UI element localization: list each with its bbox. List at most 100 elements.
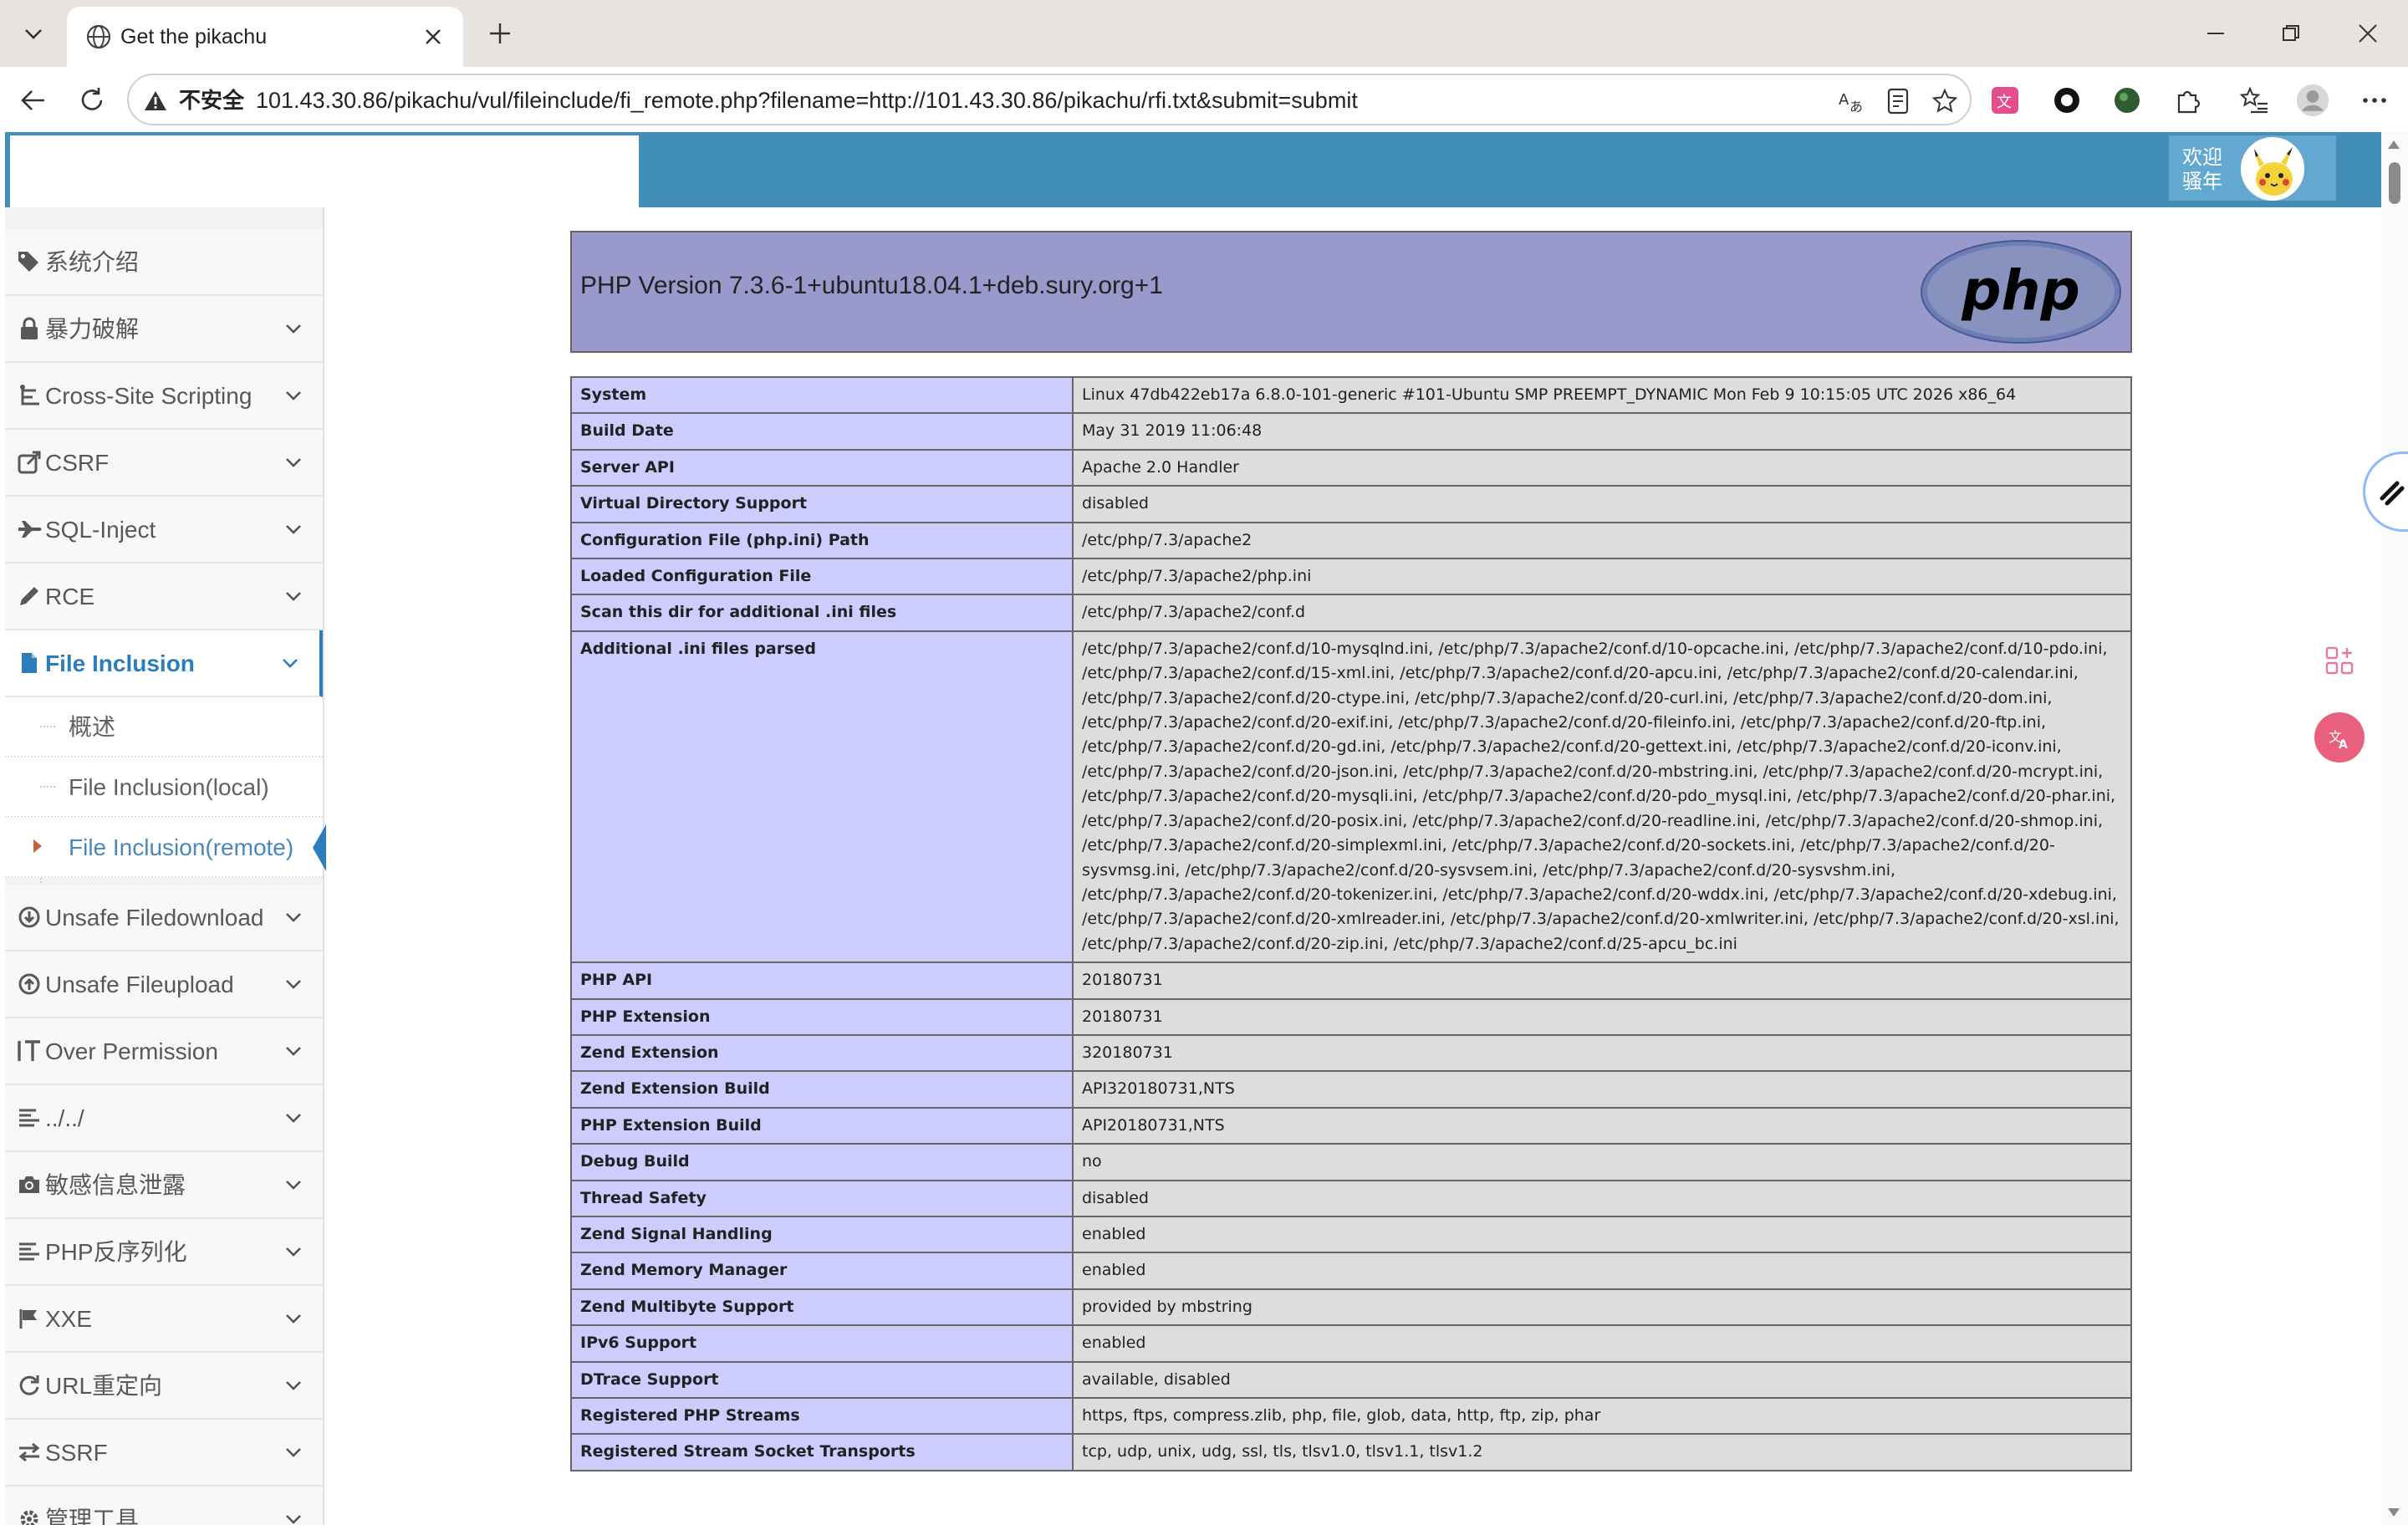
extension-translate-icon: 文 [1992,87,2018,114]
submenu-item-overview[interactable]: 概述 [5,697,323,757]
phpinfo-key: Zend Signal Handling [570,1215,1074,1254]
submenu-item-file-inclusion-local[interactable]: File Inclusion(local) [5,757,323,818]
sidebar-item-unsafe-filedownload[interactable]: Unsafe Filedownload [5,885,323,951]
sidebar-item-label: URL重定向 [45,1373,163,1399]
copilot-icon [2380,481,2405,506]
window-restore-button[interactable] [2274,17,2308,50]
phpinfo-value: enabled [1072,1215,2132,1254]
reload-button[interactable] [74,82,110,119]
sidebar-item-xss[interactable]: Cross-Site Scripting [5,363,323,430]
php-logo-text: php [1961,258,2079,323]
sidebar-item-admin-tools[interactable]: 管理工具 [5,1487,323,1525]
chevron-down-icon [286,1381,301,1390]
phpinfo-row: Debug Build no [570,1143,2132,1181]
extensions-button[interactable] [2171,84,2204,117]
sidebar-item-sql-inject[interactable]: SQL-Inject [5,497,323,564]
extension-green-button[interactable] [2110,84,2144,117]
green-orb-icon [2115,88,2140,113]
window-minimize-button[interactable] [2199,17,2232,50]
sidebar-item-xxe[interactable]: XXE [5,1286,323,1353]
lock-icon [17,316,42,341]
scroll-down-arrow-icon[interactable] [2388,1508,2400,1517]
php-logo-icon: php [1921,240,2121,344]
arrow-left-icon [21,90,44,110]
sidebar-item-unsafe-fileupload[interactable]: Unsafe Fileupload [5,951,323,1018]
sidebar-item-over-permission[interactable]: Over Permission [5,1018,323,1085]
phpinfo-key: DTrace Support [570,1360,1074,1400]
globe-icon [86,24,111,49]
submenu-item-file-inclusion-remote[interactable]: File Inclusion(remote) [5,818,326,878]
chevron-down-icon [286,458,301,467]
sidebar-item-url-redirect[interactable]: URL重定向 [5,1353,323,1420]
text-height-icon [17,1038,42,1063]
phpinfo-key: IPv6 Support [570,1324,1074,1363]
fighter-jet-icon [17,517,42,542]
cog-icon [17,1507,42,1525]
sidebar-item-ssrf[interactable]: SSRF [5,1420,323,1487]
extension-circle-button[interactable] [2050,84,2084,117]
tab-close-button[interactable] [418,22,448,52]
user-avatar[interactable] [2241,137,2304,201]
phpinfo-value: Linux 47db422eb17a 6.8.0-101-generic #10… [1072,375,2132,415]
phpinfo-row: PHP API 20180731 [570,961,2132,1000]
phpinfo-key: Virtual Directory Support [570,485,1074,523]
phpinfo-row: PHP Extension Build API20180731,NTS [570,1106,2132,1145]
reader-mode-button[interactable] [1885,88,1911,115]
new-tab-button[interactable] [483,17,517,50]
side-tool-translate-button[interactable]: 文A [2314,712,2365,762]
sidebar-item-label: 敏感信息泄露 [45,1172,186,1198]
sidebar-item-label: 管理工具 [45,1507,140,1525]
profile-button[interactable] [2296,84,2329,117]
sidebar-item-label: CSRF [45,450,110,476]
tab-actions-menu-button[interactable] [12,12,55,55]
browser-menu-button[interactable] [2358,84,2391,117]
sidebar-item-file-inclusion[interactable]: File Inclusion [5,630,323,697]
extension-translate-button[interactable]: 文 [1988,84,2022,117]
submenu-item-label: File Inclusion(local) [69,774,269,800]
phpinfo-key: PHP API [570,961,1074,1000]
sidebar-item-dir-traversal[interactable]: ../../ [5,1085,323,1152]
scrollbar-thumb[interactable] [2389,162,2400,204]
sidebar-nav: 系统介绍 暴力破解 Cross-Site Scripting CSRF SQL-… [5,207,326,1525]
apps-sparkle-icon [2325,646,2354,675]
page-scrollbar[interactable] [2381,132,2408,1525]
phpinfo-row: Thread Safety disabled [570,1179,2132,1217]
sidebar-item-php-unserialize[interactable]: PHP反序列化 [5,1219,323,1286]
translate-button[interactable]: Aあ [1838,88,1865,115]
browser-tab-strip: Get the pikachu [0,0,2408,67]
phpinfo-value: /etc/php/7.3/apache2/conf.d/10-mysqlnd.i… [1072,630,2132,964]
browser-tab-active[interactable]: Get the pikachu [67,7,463,67]
sidebar-item-label: Over Permission [45,1038,218,1064]
window-close-button[interactable] [2351,17,2385,50]
phpinfo-row: Virtual Directory Support disabled [570,485,2132,523]
chevron-down-icon [286,913,301,922]
favorite-button[interactable] [1931,88,1958,115]
user-welcome[interactable]: 欢迎 骚年 [2169,135,2336,201]
scroll-up-arrow-icon[interactable] [2388,140,2400,149]
favorites-button[interactable] [2237,84,2271,117]
main-content: PHP Version 7.3.6-1+ubuntu18.04.1+deb.su… [326,207,2381,1525]
close-icon [2359,24,2377,43]
url-text[interactable]: 101.43.30.86/pikachu/vul/fileinclude/fi_… [256,87,1358,114]
sidebar-item-brute-force[interactable]: 暴力破解 [5,296,323,363]
phpinfo-row: Configuration File (php.ini) Path/etc/ph… [570,521,2132,560]
address-bar[interactable]: 不安全 101.43.30.86/pikachu/vul/fileinclude… [127,74,1972,125]
chevron-down-icon [286,1448,301,1457]
chevron-down-icon [286,525,301,534]
chevron-down-icon [286,1515,301,1524]
sidebar-item-csrf[interactable]: CSRF [5,430,323,497]
sidebar-item-rce[interactable]: RCE [5,564,323,630]
back-button[interactable] [15,82,52,119]
phpinfo-value: 320180731 [1072,1033,2132,1073]
browser-toolbar: 不安全 101.43.30.86/pikachu/vul/fileinclude… [0,67,2408,132]
phpinfo-value: tcp, udp, unix, udg, ssl, tls, tlsv1.0, … [1072,1433,2132,1471]
side-tool-apps-button[interactable] [2314,635,2365,686]
chevron-down-icon [286,324,301,334]
phpinfo-key: Server API [570,448,1074,487]
sidebar-item-label: Unsafe Fileupload [45,972,234,997]
align-left-icon [17,1105,42,1130]
chevron-down-icon [283,659,298,668]
sidebar-item-info-leak[interactable]: 敏感信息泄露 [5,1152,323,1219]
sidebar-item-intro[interactable]: 系统介绍 [5,229,323,296]
minimize-icon [2207,33,2224,34]
